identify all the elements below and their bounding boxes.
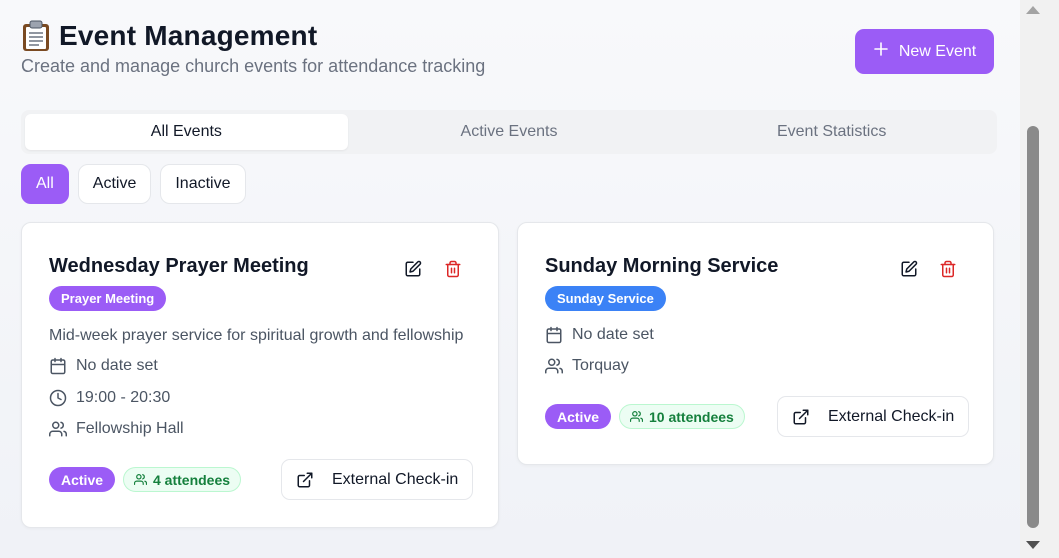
event-time: 19:00 - 20:30 xyxy=(49,389,170,407)
event-date-text: No date set xyxy=(76,357,158,374)
new-event-button[interactable]: New Event xyxy=(855,29,994,74)
event-description: Mid-week prayer service for spiritual gr… xyxy=(49,327,464,344)
scroll-down-arrow-icon[interactable] xyxy=(1026,541,1040,549)
status-badge: Active xyxy=(545,404,612,429)
clipboard-icon xyxy=(21,20,51,52)
filter-all[interactable]: All xyxy=(21,164,69,204)
users-icon xyxy=(49,421,67,437)
trash-icon[interactable] xyxy=(441,257,465,281)
scroll-up-arrow-icon[interactable] xyxy=(1026,6,1040,14)
event-location-text: Torquay xyxy=(572,357,629,374)
event-card: Wednesday Prayer Meeting Prayer Meeting … xyxy=(21,222,499,528)
tab-all-events[interactable]: All Events xyxy=(25,114,348,150)
external-checkin-label: External Check-in xyxy=(828,407,955,425)
page-subtitle: Create and manage church events for atte… xyxy=(21,56,486,76)
trash-icon[interactable] xyxy=(936,257,960,281)
filter-active[interactable]: Active xyxy=(77,164,152,204)
page-title: Event Management xyxy=(59,20,318,51)
event-type-badge: Prayer Meeting xyxy=(49,286,167,311)
users-icon xyxy=(545,358,563,374)
tab-active-events[interactable]: Active Events xyxy=(348,114,671,150)
attendees-count: 4 attendees xyxy=(153,471,231,488)
attendees-badge: 4 attendees xyxy=(123,467,242,492)
external-link-icon xyxy=(297,472,313,487)
filter-group: All Active Inactive xyxy=(21,164,246,204)
external-checkin-button[interactable]: External Check-in xyxy=(281,459,474,500)
status-badge: Active xyxy=(49,467,116,492)
event-card: Sunday Morning Service Sunday Service No… xyxy=(517,222,994,465)
calendar-icon xyxy=(546,326,562,344)
attendees-count: 10 attendees xyxy=(649,408,734,425)
event-location-text: Fellowship Hall xyxy=(76,420,184,437)
new-event-label: New Event xyxy=(898,42,977,60)
calendar-icon xyxy=(50,357,66,375)
title-row: Event Management xyxy=(21,20,485,52)
event-location: Fellowship Hall xyxy=(49,420,184,438)
event-type-badge: Sunday Service xyxy=(545,286,666,311)
external-checkin-button[interactable]: External Check-in xyxy=(777,396,970,437)
tab-bar: All Events Active Events Event Statistic… xyxy=(21,110,997,154)
users-icon xyxy=(630,411,643,422)
external-checkin-label: External Check-in xyxy=(332,470,459,488)
clock-icon xyxy=(49,389,67,407)
edit-icon[interactable] xyxy=(897,257,921,281)
event-date: No date set xyxy=(545,326,654,344)
attendees-badge: 10 attendees xyxy=(619,404,745,429)
event-date-text: No date set xyxy=(572,326,654,343)
scrollbar-track[interactable] xyxy=(1020,0,1059,558)
event-location: Torquay xyxy=(545,357,629,375)
page-header: Event Management Create and manage churc… xyxy=(21,20,485,77)
event-time-text: 19:00 - 20:30 xyxy=(76,389,171,406)
event-title: Sunday Morning Service xyxy=(545,255,779,277)
filter-inactive[interactable]: Inactive xyxy=(160,164,246,204)
event-date: No date set xyxy=(49,357,158,375)
scrollbar-thumb[interactable] xyxy=(1027,126,1039,528)
plus-icon xyxy=(873,41,889,62)
users-icon xyxy=(134,474,147,485)
tab-event-statistics[interactable]: Event Statistics xyxy=(670,114,993,150)
edit-icon[interactable] xyxy=(401,257,425,281)
page: Event Management Create and manage churc… xyxy=(0,0,1020,558)
external-link-icon xyxy=(793,409,809,424)
event-title: Wednesday Prayer Meeting xyxy=(49,255,309,277)
